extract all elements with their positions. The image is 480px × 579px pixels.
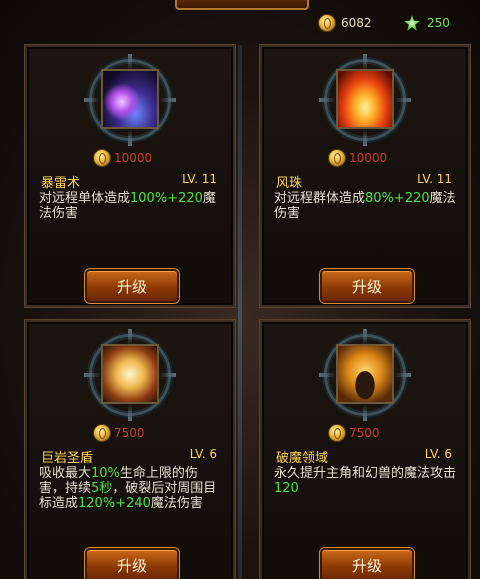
cost-value: 10000: [349, 151, 388, 165]
skill-card-wind-orb: 10000 风珠 LV. 11 对远程群体造成80%+220魔法伤害 升级: [260, 45, 470, 307]
skill-icon-frame: [89, 329, 171, 421]
desc-text: 魔法伤害: [150, 496, 203, 511]
gold-coin-icon: [328, 149, 346, 167]
skill-name: 巨岩圣盾: [41, 451, 94, 466]
desc-highlight: 120%+240: [78, 496, 151, 511]
skill-upgrade-screen: 6082 250 10000 暴雷术 LV. 11 对远程单体造成100%+22…: [0, 0, 480, 579]
desc-highlight: 80%+220: [365, 191, 430, 206]
cost-value: 10000: [114, 151, 153, 165]
title-banner: [175, 0, 309, 10]
upgrade-button[interactable]: 升级: [320, 548, 414, 579]
skill-name: 暴雷术: [41, 176, 81, 191]
skill-card-rock-shield: 7500 巨岩圣盾 LV. 6 吸收最大10%生命上限的伤害，持续5秒，破裂后对…: [25, 320, 235, 579]
skill-level: LV. 6: [189, 447, 217, 461]
shield-skill-icon[interactable]: [101, 344, 159, 404]
skill-description: 吸收最大10%生命上限的伤害，持续5秒，破裂后对周围目标造成120%+240魔法…: [39, 466, 223, 511]
skill-name: 破魔领域: [276, 451, 329, 466]
gold-coin-icon: [328, 424, 346, 442]
lightning-skill-icon[interactable]: [101, 69, 159, 129]
skill-description: 对远程单体造成100%+220魔法伤害: [39, 191, 223, 221]
gold-coin-icon: [93, 149, 111, 167]
break-magic-skill-icon[interactable]: [336, 344, 394, 404]
cost-value: 7500: [114, 426, 145, 440]
skill-icon-frame: [324, 54, 406, 146]
skill-cost: 10000: [93, 149, 152, 167]
gold-amount: 6082: [341, 16, 372, 30]
skill-description: 对远程群体造成80%+220魔法伤害: [274, 191, 458, 221]
skill-level: LV. 11: [182, 172, 217, 186]
upgrade-button[interactable]: 升级: [320, 269, 414, 303]
skill-level: LV. 6: [424, 447, 452, 461]
desc-text: 永久提升主角和幻兽的魔法攻击: [274, 466, 457, 481]
upgrade-button[interactable]: 升级: [85, 269, 179, 303]
skill-cost: 7500: [328, 424, 380, 442]
green-currency: 250: [402, 14, 450, 32]
green-amount: 250: [427, 16, 450, 30]
desc-highlight: 5秒: [91, 481, 113, 496]
gold-coin-icon: [318, 14, 336, 32]
green-gem-icon: [402, 14, 422, 32]
skill-level: LV. 11: [417, 172, 452, 186]
skill-cost: 10000: [328, 149, 387, 167]
skill-cost: 7500: [93, 424, 145, 442]
center-divider: [238, 45, 242, 579]
desc-highlight: 10%: [91, 466, 120, 481]
desc-text: 对远程群体造成: [274, 191, 366, 206]
skill-card-break-magic: 7500 破魔领域 LV. 6 永久提升主角和幻兽的魔法攻击120 升级: [260, 320, 470, 579]
desc-text: 对远程单体造成: [39, 191, 131, 206]
fire-skill-icon[interactable]: [336, 69, 394, 129]
gold-currency: 6082: [318, 14, 372, 32]
desc-highlight: 120: [274, 481, 299, 496]
skill-icon-frame: [89, 54, 171, 146]
desc-highlight: 100%+220: [130, 191, 203, 206]
cost-value: 7500: [349, 426, 380, 440]
skill-card-thunder: 10000 暴雷术 LV. 11 对远程单体造成100%+220魔法伤害 升级: [25, 45, 235, 307]
upgrade-button[interactable]: 升级: [85, 548, 179, 579]
skill-icon-frame: [324, 329, 406, 421]
gold-coin-icon: [93, 424, 111, 442]
skill-name: 风珠: [276, 176, 303, 191]
skill-description: 永久提升主角和幻兽的魔法攻击120: [274, 466, 458, 496]
desc-text: 吸收最大: [39, 466, 92, 481]
